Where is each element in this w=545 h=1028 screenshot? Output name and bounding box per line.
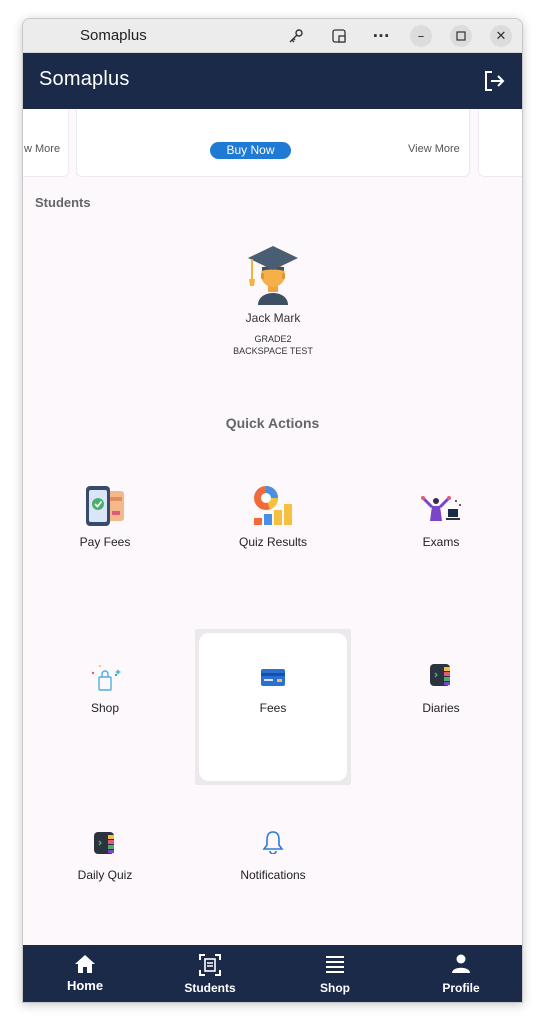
nav-label-students: Students — [184, 981, 236, 995]
app-title: Somaplus — [39, 68, 130, 90]
students-icon — [199, 954, 221, 980]
diaries-icon — [429, 663, 453, 691]
quick-action-diaries[interactable]: Diaries — [363, 629, 519, 785]
quick-action-quiz-results[interactable]: Quiz Results — [195, 465, 351, 621]
qa-label-quiz-results: Quiz Results — [238, 535, 308, 549]
person-icon — [451, 954, 471, 978]
quick-action-daily-quiz[interactable]: Daily Quiz — [27, 797, 183, 945]
app-window: Somaplus ··· – ✕ Somaplus w More View Mo… — [22, 18, 523, 1003]
quick-action-notifications[interactable]: Notifications — [195, 797, 351, 945]
buy-now-button[interactable]: Buy Now — [210, 142, 291, 159]
fees-icon — [260, 665, 286, 695]
view-more-link-prev[interactable]: w More — [24, 143, 60, 155]
qa-label-pay-fees: Pay Fees — [79, 535, 131, 549]
maximize-icon[interactable] — [450, 25, 472, 47]
shop-icon — [88, 663, 122, 697]
banner-card-next[interactable] — [478, 109, 522, 177]
quick-action-exams[interactable]: Exams — [363, 465, 519, 621]
student-school: BACKSPACE TEST — [233, 346, 313, 356]
banner-carousel[interactable]: w More View More Buy Now — [23, 109, 522, 177]
window-title: Somaplus — [80, 27, 147, 44]
quick-action-fees[interactable]: Fees — [195, 629, 351, 785]
daily-quiz-icon — [93, 831, 117, 859]
exams-icon — [420, 495, 462, 527]
home-icon — [74, 954, 96, 978]
key-icon[interactable] — [285, 25, 307, 47]
pay-fees-icon — [84, 485, 126, 531]
qa-label-notifications: Notifications — [240, 868, 306, 882]
close-icon[interactable]: ✕ — [490, 25, 512, 47]
list-icon — [324, 954, 346, 978]
students-section-title: Students — [35, 195, 91, 210]
graduate-avatar-icon — [246, 243, 300, 305]
qa-label-daily-quiz: Daily Quiz — [77, 868, 133, 882]
nav-home[interactable]: Home — [35, 945, 135, 1002]
nav-shop[interactable]: Shop — [285, 945, 385, 1002]
quick-actions-title: Quick Actions — [225, 415, 320, 431]
view-more-link[interactable]: View More — [408, 143, 460, 155]
logout-icon[interactable] — [482, 69, 506, 93]
window-titlebar: Somaplus ··· – ✕ — [23, 19, 522, 53]
quiz-results-icon — [252, 484, 294, 530]
quick-action-pay-fees[interactable]: Pay Fees — [27, 465, 183, 621]
nav-label-shop: Shop — [320, 981, 350, 995]
app-install-icon[interactable] — [328, 25, 350, 47]
more-icon[interactable]: ··· — [370, 25, 392, 47]
nav-label-profile: Profile — [442, 981, 480, 995]
quick-action-shop[interactable]: Shop — [27, 629, 183, 785]
qa-label-diaries: Diaries — [422, 701, 460, 715]
nav-students[interactable]: Students — [160, 945, 260, 1002]
app-bar: Somaplus — [23, 53, 522, 109]
qa-label-shop: Shop — [90, 701, 120, 715]
qa-label-exams: Exams — [422, 535, 460, 549]
nav-profile[interactable]: Profile — [411, 945, 511, 1002]
main-content: w More View More Buy Now Students Jack M… — [23, 109, 522, 945]
bottom-navigation: Home Students Shop Profile — [23, 945, 522, 1002]
student-card[interactable]: Jack Mark GRADE2 BACKSPACE TEST — [198, 243, 348, 356]
bell-icon — [262, 830, 284, 858]
student-name: Jack Mark — [245, 311, 301, 325]
qa-label-fees: Fees — [259, 701, 287, 715]
student-grade: GRADE2 — [254, 334, 292, 344]
minimize-icon[interactable]: – — [410, 25, 432, 47]
banner-card-prev[interactable]: w More — [23, 109, 69, 177]
nav-label-home: Home — [66, 978, 104, 993]
